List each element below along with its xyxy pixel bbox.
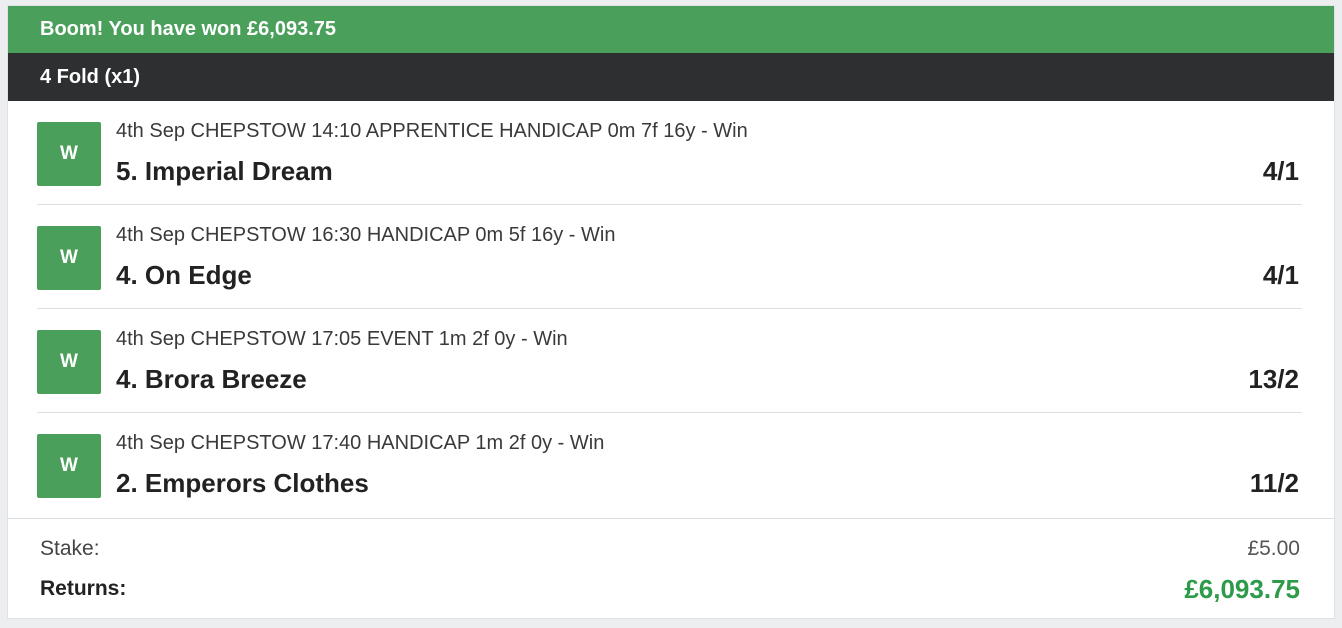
runner-name: 4. On Edge (116, 260, 252, 290)
stake-value: £5.00 (1247, 537, 1300, 560)
bet-summary-footer: Stake: £5.00 Returns: £6,093.75 (8, 518, 1334, 620)
selection-odds: 4/1 (1262, 156, 1299, 186)
selection-odds: 4/1 (1262, 260, 1299, 290)
bet-type-header: 4 Fold (x1) (8, 53, 1334, 101)
race-description: 4th Sep CHEPSTOW 16:30 HANDICAP 0m 5f 16… (116, 224, 616, 246)
bet-leg: W 4th Sep CHEPSTOW 16:30 HANDICAP 0m 5f … (37, 205, 1302, 309)
win-status-badge: W (37, 122, 101, 186)
returns-value: £6,093.75 (1184, 574, 1300, 604)
win-banner: Boom! You have won £6,093.75 (8, 6, 1334, 53)
win-status-badge: W (37, 226, 101, 290)
returns-row: Returns: £6,093.75 (40, 574, 1300, 617)
runner-name: 5. Imperial Dream (116, 156, 333, 186)
stake-label: Stake: (40, 537, 100, 560)
bet-leg: W 4th Sep CHEPSTOW 17:05 EVENT 1m 2f 0y … (37, 309, 1302, 413)
returns-label: Returns: (40, 577, 127, 600)
race-description: 4th Sep CHEPSTOW 14:10 APPRENTICE HANDIC… (116, 120, 748, 142)
win-status-badge: W (37, 330, 101, 394)
runner-name: 2. Emperors Clothes (116, 468, 369, 498)
bet-receipt-card: Boom! You have won £6,093.75 4 Fold (x1)… (7, 5, 1335, 619)
bet-legs-list: W 4th Sep CHEPSTOW 14:10 APPRENTICE HAND… (8, 101, 1334, 516)
bet-leg: W 4th Sep CHEPSTOW 14:10 APPRENTICE HAND… (37, 101, 1302, 205)
runner-name: 4. Brora Breeze (116, 364, 307, 394)
bet-leg: W 4th Sep CHEPSTOW 17:40 HANDICAP 1m 2f … (37, 413, 1302, 516)
selection-odds: 13/2 (1248, 364, 1299, 394)
race-description: 4th Sep CHEPSTOW 17:05 EVENT 1m 2f 0y - … (116, 328, 568, 350)
stake-row: Stake: £5.00 (40, 537, 1300, 577)
win-status-badge: W (37, 434, 101, 498)
selection-odds: 11/2 (1249, 468, 1299, 498)
race-description: 4th Sep CHEPSTOW 17:40 HANDICAP 1m 2f 0y… (116, 432, 605, 454)
